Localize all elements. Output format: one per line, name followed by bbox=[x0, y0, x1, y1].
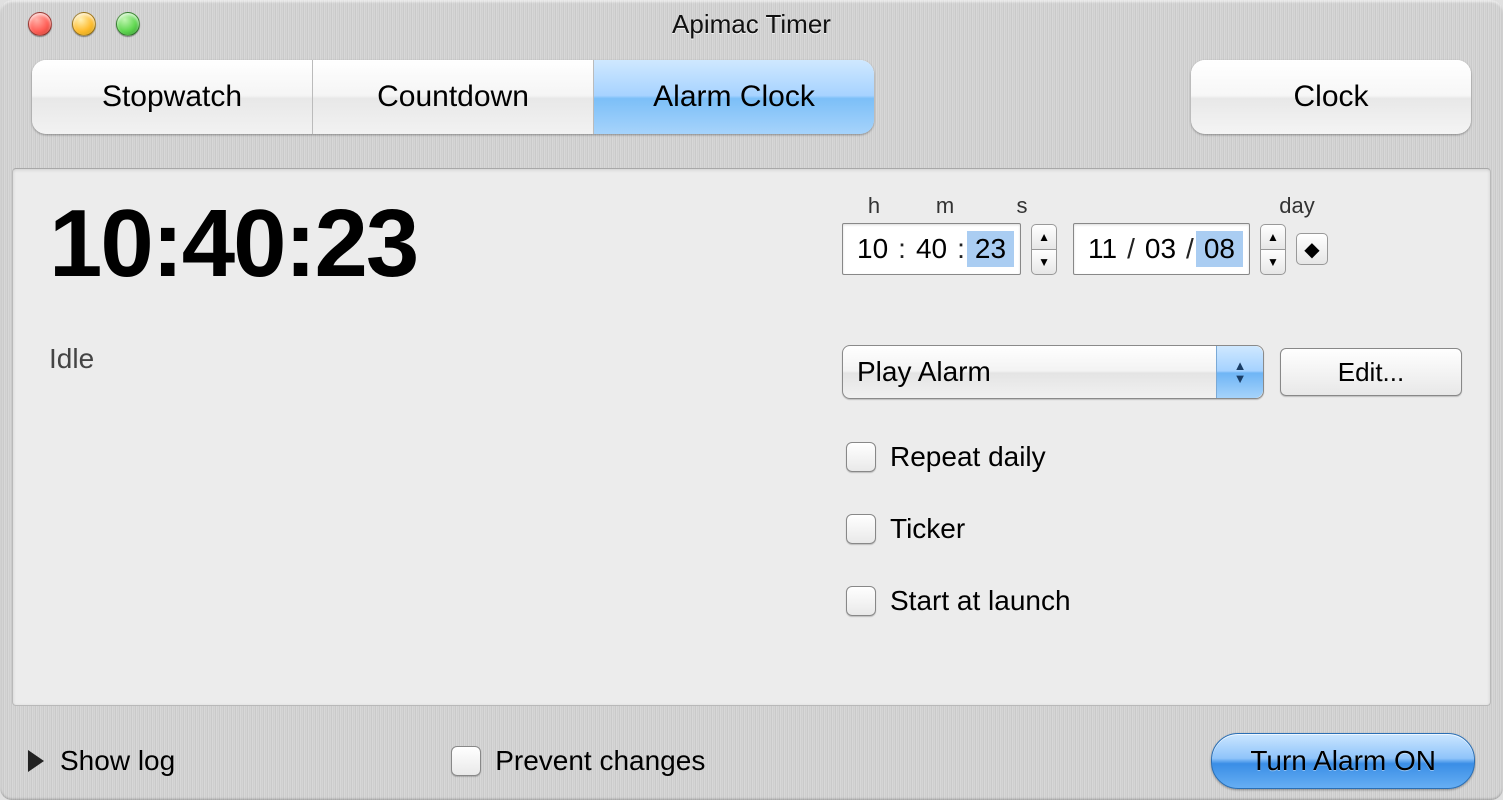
date-picker-button[interactable]: ◆ bbox=[1296, 233, 1328, 265]
tab-countdown[interactable]: Countdown bbox=[313, 60, 594, 134]
close-icon[interactable] bbox=[28, 12, 52, 36]
toolbar: Stopwatch Countdown Alarm Clock Clock bbox=[0, 48, 1503, 146]
date-yy-value[interactable]: 08 bbox=[1196, 231, 1243, 267]
checkbox-icon bbox=[846, 442, 876, 472]
date-stepper: ▲ ▼ bbox=[1260, 224, 1286, 275]
diamond-icon: ◆ bbox=[1304, 237, 1319, 262]
minimize-icon[interactable] bbox=[72, 12, 96, 36]
label-seconds: s bbox=[984, 193, 1060, 219]
checkbox-icon bbox=[451, 746, 481, 776]
alarm-action-select[interactable]: Play Alarm ▲▼ bbox=[842, 345, 1264, 399]
pickers-row: 10 : 40 : 23 ▲ ▼ 11 / 03 / 08 bbox=[842, 223, 1462, 275]
content-pane: 10:40:23 Idle h m s day 10 : 40 : 23 ▲ bbox=[12, 168, 1491, 706]
date-mm-value[interactable]: 03 bbox=[1137, 231, 1184, 267]
checkbox-icon bbox=[846, 586, 876, 616]
repeat-daily-checkbox[interactable]: Repeat daily bbox=[846, 441, 1462, 473]
minutes-value[interactable]: 40 bbox=[908, 231, 955, 267]
alarm-controls: h m s day 10 : 40 : 23 ▲ ▼ bbox=[842, 193, 1462, 617]
prevent-changes-checkbox[interactable]: Prevent changes bbox=[451, 745, 705, 777]
zoom-icon[interactable] bbox=[116, 12, 140, 36]
prevent-changes-label: Prevent changes bbox=[495, 745, 705, 777]
date-step-down-icon[interactable]: ▼ bbox=[1260, 249, 1286, 275]
disclosure-triangle-icon[interactable] bbox=[28, 750, 44, 772]
options-column: Repeat daily Ticker Start at launch bbox=[842, 441, 1462, 617]
clock-button[interactable]: Clock bbox=[1191, 60, 1471, 134]
alarm-action-label: Play Alarm bbox=[843, 356, 991, 388]
tab-stopwatch[interactable]: Stopwatch bbox=[32, 60, 313, 134]
footer: Show log Prevent changes Turn Alarm ON bbox=[0, 722, 1503, 800]
date-dd-value[interactable]: 11 bbox=[1080, 231, 1125, 267]
date-step-up-icon[interactable]: ▲ bbox=[1260, 224, 1286, 249]
ticker-label: Ticker bbox=[890, 513, 965, 545]
checkbox-icon bbox=[846, 514, 876, 544]
ticker-checkbox[interactable]: Ticker bbox=[846, 513, 1462, 545]
show-log-button[interactable]: Show log bbox=[60, 745, 175, 777]
label-hours: h bbox=[842, 193, 906, 219]
time-field[interactable]: 10 : 40 : 23 bbox=[842, 223, 1021, 275]
action-row: Play Alarm ▲▼ Edit... bbox=[842, 345, 1462, 399]
repeat-daily-label: Repeat daily bbox=[890, 441, 1046, 473]
app-window: Apimac Timer Stopwatch Countdown Alarm C… bbox=[0, 0, 1503, 800]
start-at-launch-label: Start at launch bbox=[890, 585, 1071, 617]
seconds-value[interactable]: 23 bbox=[967, 231, 1014, 267]
turn-alarm-on-button[interactable]: Turn Alarm ON bbox=[1211, 733, 1475, 789]
tab-alarm-clock[interactable]: Alarm Clock bbox=[594, 60, 874, 134]
picker-labels: h m s day bbox=[842, 193, 1462, 219]
select-arrows-icon: ▲▼ bbox=[1216, 346, 1263, 398]
time-stepper: ▲ ▼ bbox=[1031, 224, 1057, 275]
hours-value[interactable]: 10 bbox=[849, 231, 896, 267]
time-step-up-icon[interactable]: ▲ bbox=[1031, 224, 1057, 249]
label-day: day bbox=[1132, 193, 1462, 219]
titlebar: Apimac Timer bbox=[0, 0, 1503, 48]
edit-button[interactable]: Edit... bbox=[1280, 348, 1462, 396]
window-title: Apimac Timer bbox=[0, 9, 1503, 40]
mode-tabs: Stopwatch Countdown Alarm Clock bbox=[32, 60, 874, 134]
date-field[interactable]: 11 / 03 / 08 bbox=[1073, 223, 1250, 275]
time-step-down-icon[interactable]: ▼ bbox=[1031, 249, 1057, 275]
label-minutes: m bbox=[906, 193, 984, 219]
start-at-launch-checkbox[interactable]: Start at launch bbox=[846, 585, 1462, 617]
window-controls bbox=[0, 12, 140, 36]
